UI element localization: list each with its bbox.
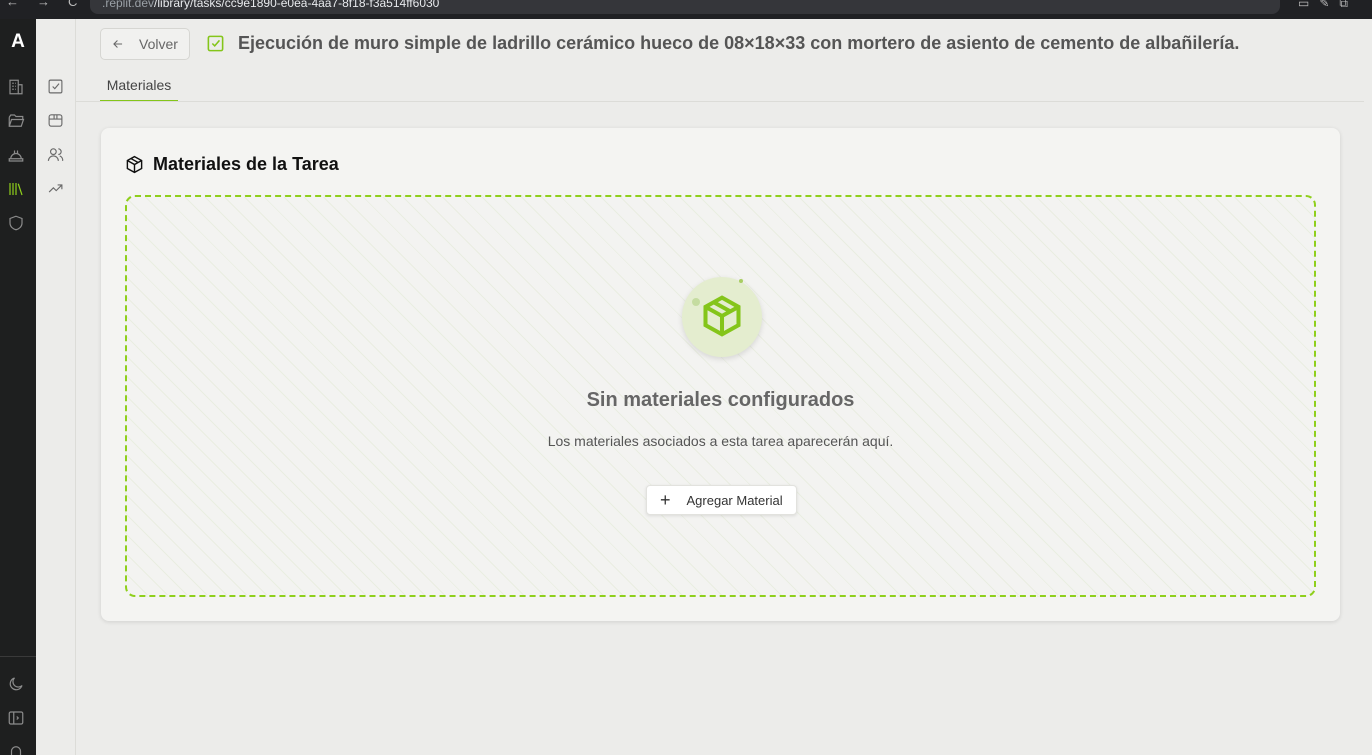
url-host: .replit.dev <box>102 0 155 10</box>
arrow-left-icon <box>113 40 123 48</box>
section-sidebar <box>36 19 76 755</box>
box-icon[interactable] <box>47 112 65 130</box>
back-button[interactable]: Volver <box>100 28 190 60</box>
materials-card: Materiales de la Tarea Sin materiales co… <box>101 128 1340 621</box>
tab-divider <box>76 101 1364 102</box>
browser-bar: ←→C .replit.dev/library/tasks/cc9e1890-e… <box>0 0 1372 19</box>
checkbox-icon[interactable] <box>47 78 65 96</box>
decorative-dot <box>692 298 700 306</box>
card-title: Materiales de la Tarea <box>125 154 339 175</box>
decorative-dot <box>739 279 743 283</box>
back-button-label: Volver <box>139 36 178 52</box>
card-title-text: Materiales de la Tarea <box>153 154 339 174</box>
building-icon[interactable] <box>7 78 27 98</box>
plus-icon: + <box>660 490 671 510</box>
empty-state-dropzone: Sin materiales configurados Los material… <box>125 195 1316 597</box>
address-bar[interactable]: .replit.dev/library/tasks/cc9e1890-e0ea-… <box>90 0 1280 14</box>
add-material-button[interactable]: + Agregar Material <box>646 485 797 515</box>
panel-toggle-icon[interactable] <box>7 709 27 729</box>
package-icon <box>126 155 143 174</box>
page-title: Ejecución de muro simple de ladrillo cer… <box>238 33 1240 53</box>
empty-package-icon <box>682 277 762 357</box>
rail-divider <box>0 656 36 657</box>
trending-icon[interactable] <box>47 180 65 198</box>
empty-state-title: Sin materiales configurados <box>586 389 855 411</box>
shield-icon[interactable] <box>7 214 27 234</box>
url-path: /library/tasks/cc9e1890-e0ea-4aa7-8f18-f… <box>154 0 440 10</box>
moon-icon[interactable] <box>7 675 27 695</box>
empty-state-subtitle: Los materiales asociados a esta tarea ap… <box>547 433 894 449</box>
task-check-icon <box>206 34 226 54</box>
bell-icon[interactable] <box>7 743 27 755</box>
library-icon[interactable] <box>7 180 27 200</box>
folder-icon[interactable] <box>7 112 27 132</box>
tab-materiales[interactable]: Materiales <box>100 76 178 102</box>
app-logo[interactable]: A <box>0 31 36 53</box>
add-material-label: Agregar Material <box>686 492 783 508</box>
helmet-icon[interactable] <box>7 146 27 166</box>
browser-extension-icons[interactable]: ▭✎⧉ <box>1298 0 1358 11</box>
users-icon[interactable] <box>47 146 65 164</box>
app-rail: A <box>0 19 36 755</box>
browser-nav-icons[interactable]: ←→C <box>6 0 95 9</box>
